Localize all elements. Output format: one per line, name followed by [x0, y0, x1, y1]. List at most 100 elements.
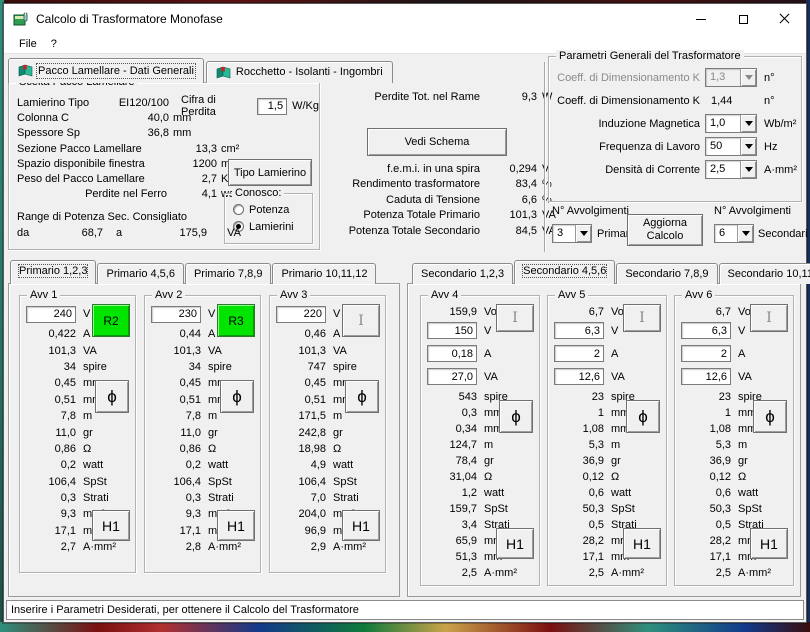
coeff-k2-value: 1,44: [705, 95, 759, 107]
phi-button[interactable]: ϕ: [499, 400, 533, 433]
primario-tab-3[interactable]: Primario 7,8,9: [185, 263, 271, 284]
combo-value: 6: [715, 225, 737, 242]
radio-option-lamierini[interactable]: Lamierini: [233, 218, 294, 235]
parametri-combo[interactable]: 2,5: [705, 160, 757, 179]
secondario-tab-3[interactable]: Secondario 7,8,9: [616, 263, 717, 284]
winding-input[interactable]: 12,6: [681, 368, 731, 385]
dropdown-arrow-icon[interactable]: [740, 138, 756, 155]
winding-value: 0,3: [26, 492, 76, 504]
main-tab-2[interactable]: Rocchetto - Isolanti - Ingombri: [206, 61, 393, 83]
aggiorna-calcolo-button[interactable]: Aggiorna Calcolo: [627, 214, 703, 246]
menu-file[interactable]: File: [12, 36, 44, 52]
winding-group-avv-4: Avv 4159,9Vo150V0,18A27,0VA543spire0,3mm…: [420, 295, 540, 586]
unit-label: VA: [611, 371, 625, 383]
h1-button[interactable]: H1: [496, 528, 534, 559]
voltage-input[interactable]: 240: [26, 306, 76, 323]
primario-tab-2[interactable]: Primario 4,5,6: [97, 263, 183, 284]
winding-value: 2,5: [681, 567, 731, 579]
dropdown-arrow-icon[interactable]: [740, 161, 756, 178]
phi-button[interactable]: ϕ: [753, 400, 787, 433]
current-button[interactable]: I: [750, 304, 788, 332]
winding-row: 101,3VA: [145, 342, 260, 358]
winding-unit: Ω: [738, 471, 793, 483]
secondario-tab-1[interactable]: Secondario 1,2,3: [412, 263, 513, 284]
main-tab-1[interactable]: Pacco Lamellare - Dati Generali: [8, 58, 204, 83]
current-button[interactable]: I: [623, 304, 661, 332]
winding-input[interactable]: 27,0: [427, 368, 477, 385]
h1-button[interactable]: H1: [92, 510, 130, 541]
winding-color-button[interactable]: R2: [92, 304, 130, 337]
winding-unit: spire: [208, 361, 260, 373]
aggiorna-line1: Aggiorna: [643, 217, 687, 230]
primario-tab-4[interactable]: Primario 10,11,12: [272, 263, 376, 284]
perdite-rame-row: Perdite Tot. nel Rame 9,3 W: [328, 91, 564, 103]
winding-input[interactable]: 150: [427, 322, 477, 339]
voltage-input[interactable]: 220: [276, 306, 326, 323]
n-avvolgimenti-secondari-combo[interactable]: 6: [714, 224, 754, 243]
winding-row: 0,6watt: [675, 485, 793, 501]
maximize-button[interactable]: [722, 4, 764, 34]
phi-button[interactable]: ϕ: [220, 380, 254, 413]
winding-input[interactable]: 0,18: [427, 345, 477, 362]
menu-help[interactable]: ?: [44, 36, 64, 52]
titlebar: Calcolo di Trasformatore Monofase: [4, 4, 806, 34]
vedi-schema-button[interactable]: Vedi Schema: [367, 128, 507, 156]
winding-row: 101,3VA: [270, 342, 385, 358]
dropdown-arrow-icon[interactable]: [740, 115, 756, 132]
winding-input[interactable]: 6,3: [554, 322, 604, 339]
phi-button[interactable]: ϕ: [95, 380, 129, 413]
tipo-lamierino-button[interactable]: Tipo Lamierino: [228, 159, 312, 186]
h1-button[interactable]: H1: [342, 510, 380, 541]
winding-value: 36,9: [554, 455, 604, 467]
n-avvolgimenti-primari-combo[interactable]: 3: [552, 224, 592, 243]
phi-button[interactable]: ϕ: [345, 380, 379, 413]
cifra-di-perdita-input[interactable]: 1,5: [257, 98, 287, 115]
field-label: Spessore Sp: [17, 127, 109, 139]
winding-color-button[interactable]: R3: [217, 304, 255, 337]
winding-row: 2,9A·mm²: [270, 539, 385, 555]
result-row: Potenza Totale Primario101,3VA: [328, 208, 564, 224]
voltage-input[interactable]: 230: [151, 306, 201, 323]
current-button[interactable]: I: [496, 304, 534, 332]
parametri-combo[interactable]: 50: [705, 137, 757, 156]
dropdown-arrow-icon[interactable]: [737, 225, 753, 242]
dropdown-arrow-icon[interactable]: [575, 225, 591, 242]
secondario-tab-2[interactable]: Secondario 4,5,6: [514, 260, 615, 284]
winding-value: 106,4: [26, 476, 76, 488]
h1-button[interactable]: H1: [217, 510, 255, 541]
winding-input[interactable]: 2: [554, 345, 604, 362]
result-value: 6,6: [485, 194, 537, 206]
radio-option-potenza[interactable]: Potenza: [233, 201, 294, 218]
winding-row: 34spire: [20, 359, 135, 375]
parametri-combo[interactable]: 1,0: [705, 114, 757, 133]
winding-value: 7,8: [26, 410, 76, 422]
winding-input[interactable]: 6,3: [681, 322, 731, 339]
tab-label: Primario 10,11,12: [281, 268, 367, 280]
secondario-tab-4[interactable]: Secondario 10,11,12: [719, 263, 810, 284]
client-area: Pacco Lamellare - Dati GeneraliRocchetto…: [6, 54, 806, 602]
winding-row: 36,9gr: [548, 453, 666, 469]
current-button[interactable]: I: [342, 304, 380, 337]
winding-unit: gr: [83, 427, 135, 439]
field-unit: mm: [173, 127, 203, 139]
tab-label: Secondario 4,5,6: [523, 265, 606, 277]
winding-value: 0,45: [26, 377, 76, 389]
minimize-button[interactable]: [680, 4, 722, 34]
winding-value: 11,0: [151, 427, 201, 439]
winding-row: 1,2watt: [421, 485, 539, 501]
h1-button[interactable]: H1: [623, 528, 661, 559]
phi-button[interactable]: ϕ: [626, 400, 660, 433]
field-row: Sezione Pacco Lamellare13,3cm²: [17, 141, 255, 156]
close-button[interactable]: [764, 4, 806, 34]
winding-unit: SpSt: [611, 503, 666, 515]
primario-tab-1[interactable]: Primario 1,2,3: [10, 260, 96, 284]
winding-input[interactable]: 12,6: [554, 368, 604, 385]
result-value: 0,294: [485, 163, 537, 175]
winding-input[interactable]: 2: [681, 345, 731, 362]
h1-button[interactable]: H1: [750, 528, 788, 559]
status-text: Inserire i Parametri Desiderati, per ott…: [11, 604, 359, 616]
parametri-label: Frequenza di Lavoro: [554, 141, 700, 153]
winding-value: 18,98: [276, 443, 326, 455]
field-value: 1200: [171, 158, 217, 170]
field-label: Spazio disponibile finestra: [17, 158, 167, 170]
